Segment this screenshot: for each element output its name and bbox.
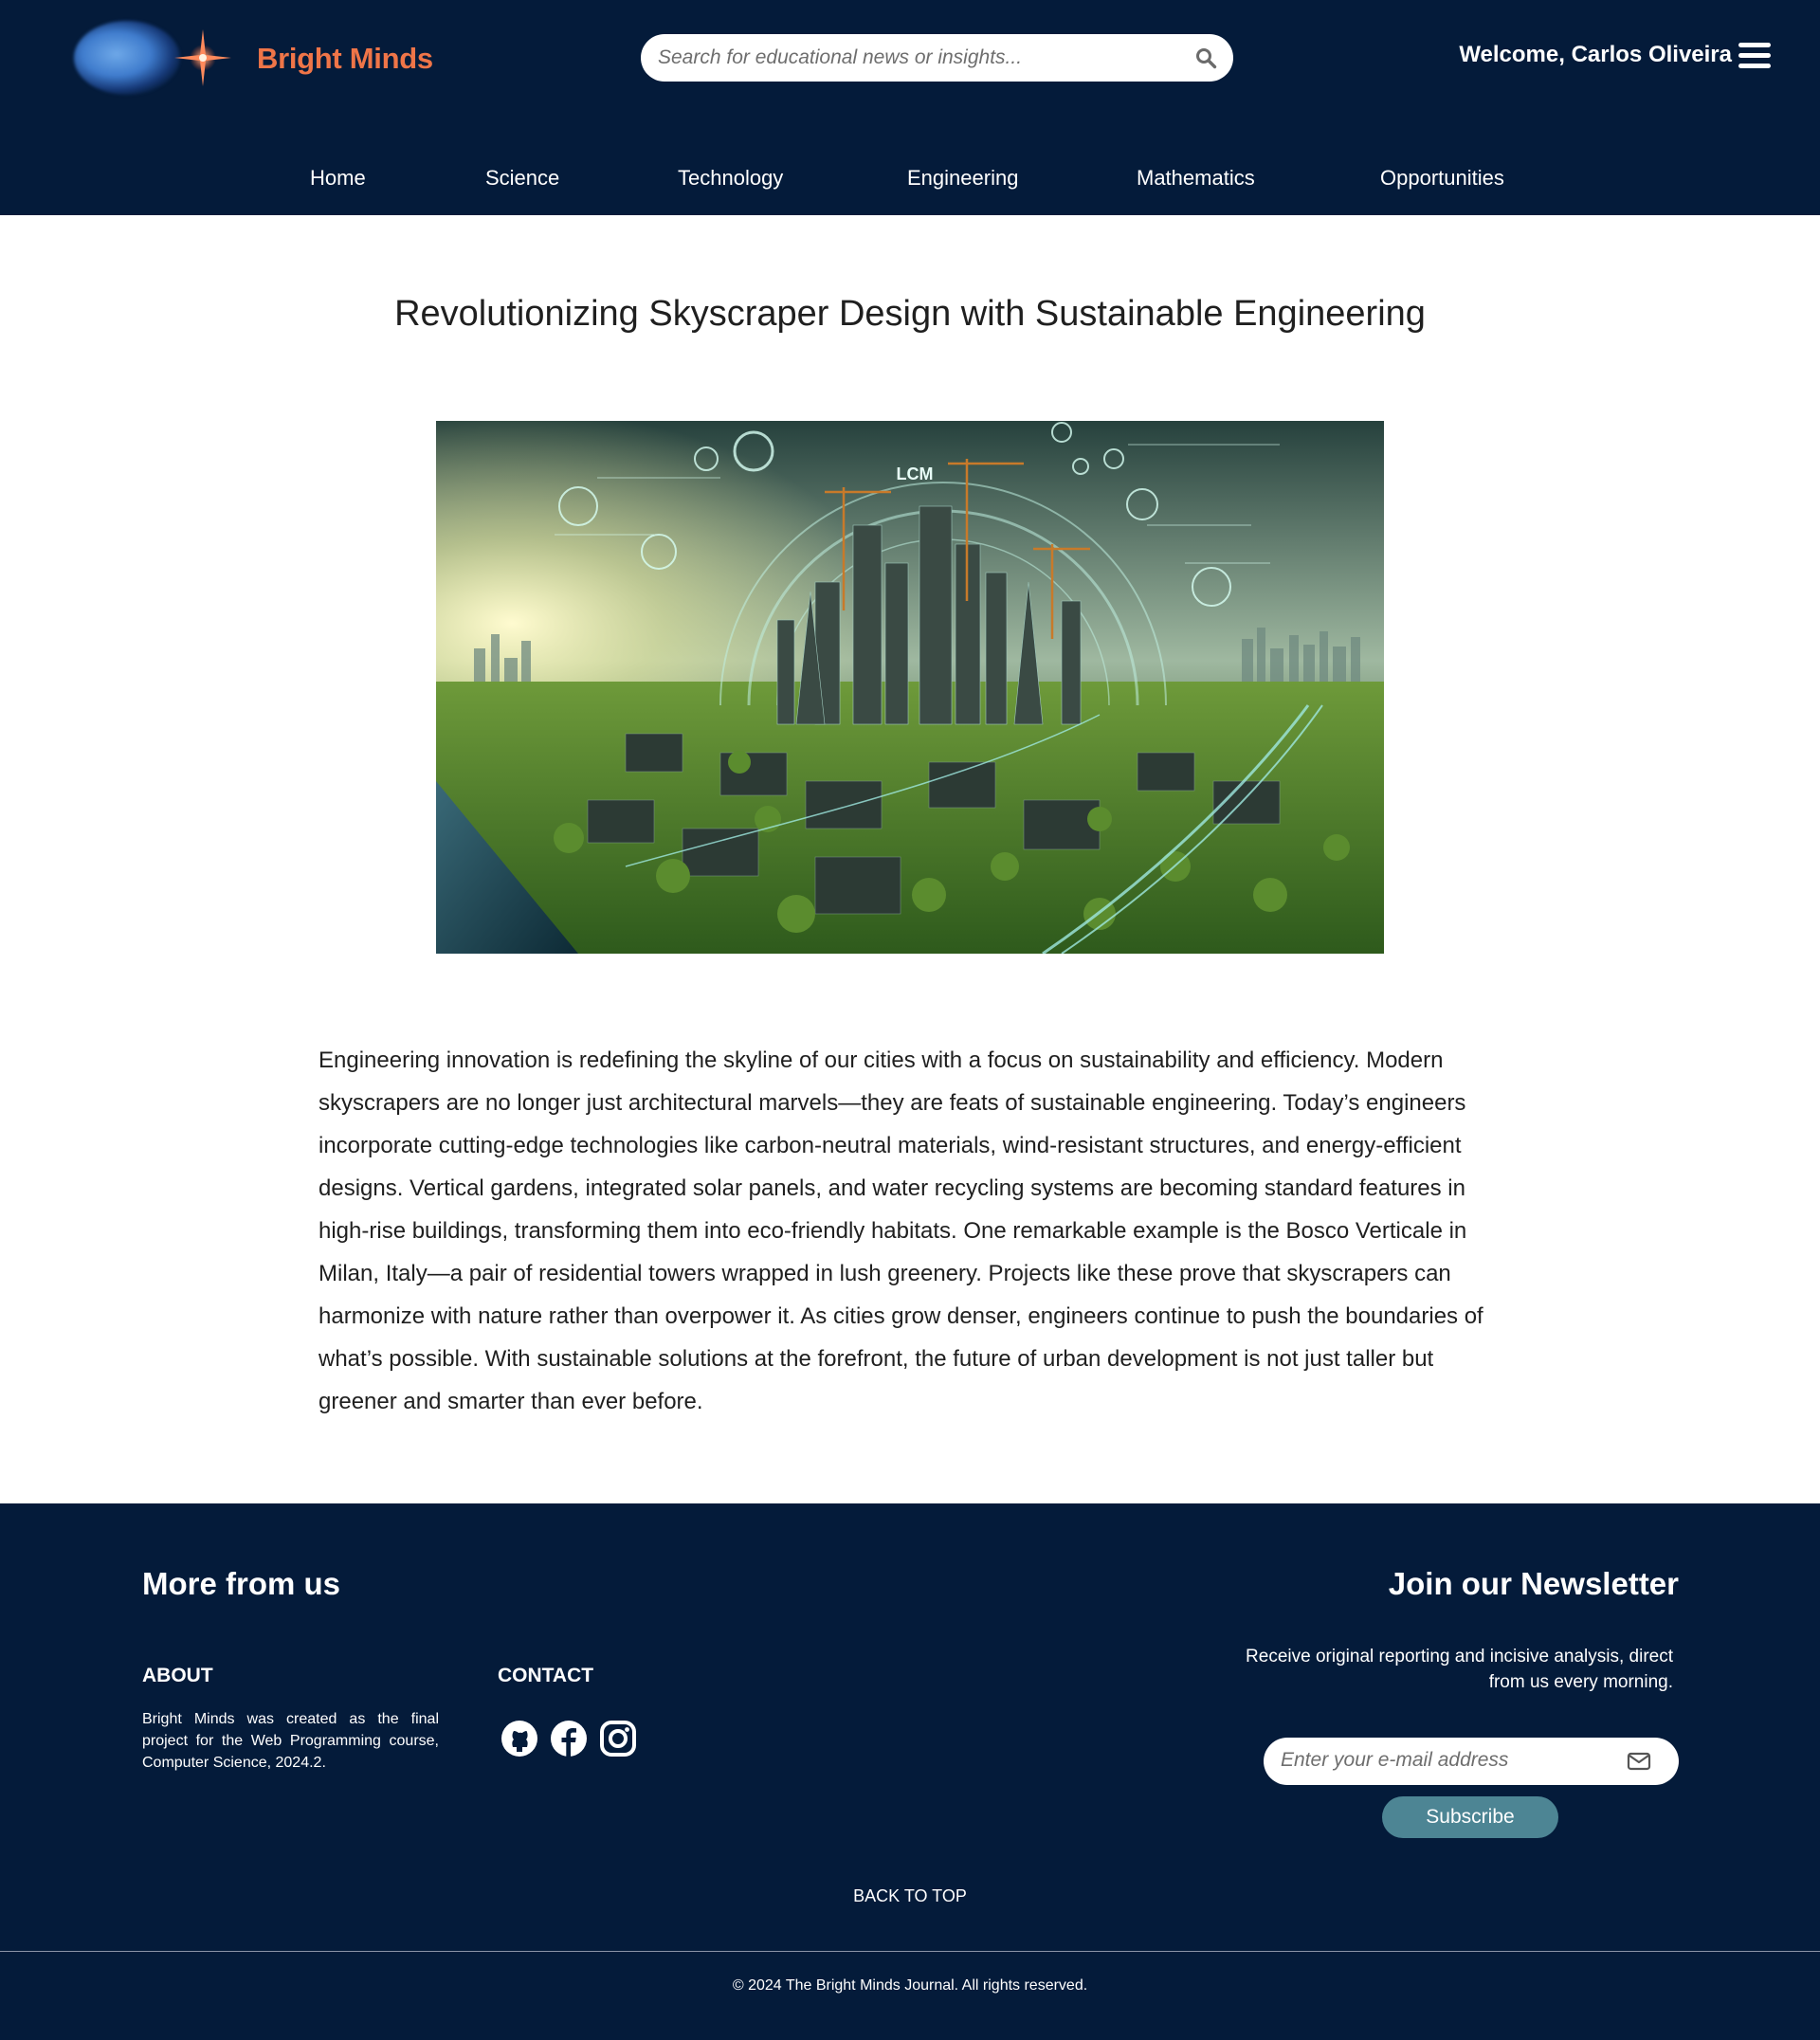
sparkle-orb-logo-icon <box>74 17 235 99</box>
email-input[interactable] <box>1281 1738 1622 1783</box>
search-bar <box>641 34 1233 82</box>
newsletter-heading: Join our Newsletter <box>1388 1566 1679 1601</box>
contact-heading: CONTACT <box>498 1665 594 1686</box>
brand-name: Bright Minds <box>257 42 433 75</box>
nav-item-opportunities[interactable]: Opportunities <box>1380 166 1504 191</box>
github-icon[interactable] <box>500 1720 538 1758</box>
about-heading: ABOUT <box>142 1665 213 1686</box>
article-hero-image: LCM <box>436 421 1384 954</box>
about-text: Bright Minds was created as the final pr… <box>142 1711 439 1771</box>
main-nav: Home Science Technology Engineering Math… <box>0 166 1820 200</box>
newsletter-text: Receive original reporting and incisive … <box>1246 1647 1673 1692</box>
brand-logo[interactable]: Bright Minds <box>74 17 453 99</box>
copyright-text: © 2024 The Bright Minds Journal. All rig… <box>732 1977 1088 1994</box>
nav-item-science[interactable]: Science <box>485 166 559 191</box>
search-icon[interactable] <box>1194 46 1217 69</box>
nav-item-home[interactable]: Home <box>310 166 366 191</box>
more-from-us-heading: More from us <box>142 1566 341 1601</box>
subscribe-button[interactable]: Subscribe <box>1382 1796 1558 1838</box>
article-title: Revolutionizing Skyscraper Design with S… <box>394 294 1426 334</box>
back-to-top: BACK TO TOP <box>0 1886 1820 1906</box>
footer-divider <box>0 1951 1820 1952</box>
social-links <box>500 1720 637 1758</box>
newsletter-email-field <box>1264 1738 1679 1785</box>
search-input[interactable] <box>658 35 1189 81</box>
hamburger-menu-icon[interactable] <box>1738 43 1773 73</box>
article-body: Engineering innovation is redefining the… <box>318 1047 1483 1414</box>
facebook-icon[interactable] <box>550 1720 588 1758</box>
welcome-message: Welcome, Carlos Oliveira <box>1459 42 1732 67</box>
image-overlay-label: LCM <box>897 464 934 483</box>
envelope-icon <box>1627 1752 1651 1771</box>
site-footer: More from us ABOUT Bright Minds was crea… <box>0 1503 1820 2040</box>
instagram-icon[interactable] <box>599 1720 637 1758</box>
back-to-top-link[interactable]: BACK TO TOP <box>853 1886 967 1905</box>
nav-item-technology[interactable]: Technology <box>678 166 783 191</box>
nav-item-mathematics[interactable]: Mathematics <box>1137 166 1255 191</box>
site-header: Bright Minds Welcome, Carlos Oliveira Ho… <box>0 0 1820 215</box>
nav-item-engineering[interactable]: Engineering <box>907 166 1018 191</box>
